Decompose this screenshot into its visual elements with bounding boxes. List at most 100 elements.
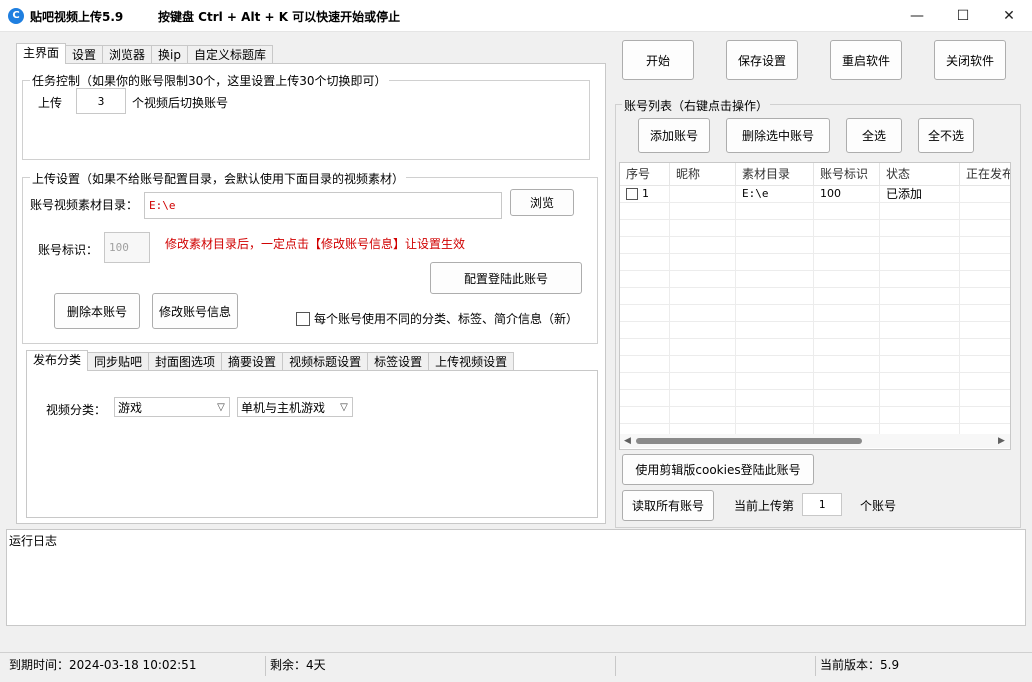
- current-account-input[interactable]: 1: [802, 493, 842, 516]
- row-nickname: [670, 186, 736, 202]
- table-row-empty: [620, 288, 1010, 305]
- scrollbar-thumb[interactable]: [636, 438, 862, 444]
- select-none-button[interactable]: 全不选: [918, 118, 974, 153]
- table-row-empty: [620, 203, 1010, 220]
- tab-summary-settings[interactable]: 摘要设置: [221, 352, 284, 371]
- maximize-icon: ☐: [956, 8, 970, 24]
- scroll-left-icon[interactable]: ◀: [624, 436, 631, 446]
- log-label: 运行日志: [9, 534, 58, 548]
- maximize-button[interactable]: ☐: [940, 0, 986, 32]
- upload-settings-legend: 上传设置（如果不给账号配置目录，会默认使用下面目录的视频素材）: [30, 170, 407, 187]
- close-icon: ✕: [1003, 8, 1015, 24]
- remaining-days: 剩余：4天: [270, 658, 326, 672]
- expire-time: 到期时间：2024-03-18 10:02:51: [9, 658, 197, 672]
- table-row-empty: [620, 390, 1010, 407]
- tab-cover-options[interactable]: 封面图选项: [148, 352, 223, 371]
- table-row-empty: [620, 305, 1010, 322]
- tab-change-ip[interactable]: 换ip: [151, 45, 188, 64]
- tab-title-settings[interactable]: 视频标题设置: [282, 352, 369, 371]
- chevron-down-icon: ▽: [217, 401, 225, 413]
- per-account-label: 每个账号使用不同的分类、标签、简介信息（新）: [314, 312, 579, 326]
- row-status: 已添加: [880, 186, 960, 202]
- category-label: 视频分类：: [46, 403, 107, 417]
- current-version: 当前版本：5.9: [820, 658, 900, 672]
- table-row-empty: [620, 373, 1010, 390]
- column-header-index[interactable]: 序号: [620, 163, 670, 185]
- table-row-empty: [620, 271, 1010, 288]
- task-control-legend: 任务控制（如果你的账号限制30个，这里设置上传30个切换即可）: [30, 72, 389, 89]
- tab-sync-tieba[interactable]: 同步贴吧: [87, 352, 150, 371]
- current-upload-suffix: 个账号: [860, 499, 897, 513]
- sub-tab-panel: [26, 370, 598, 518]
- column-header-account-id[interactable]: 账号标识: [814, 163, 880, 185]
- table-header: 序号 昵称 素材目录 账号标识 状态 正在发布: [620, 163, 1010, 186]
- row-dir: E:\e: [736, 186, 814, 202]
- column-header-dir[interactable]: 素材目录: [736, 163, 814, 185]
- minimize-button[interactable]: —: [894, 0, 940, 32]
- delete-account-button[interactable]: 删除本账号: [54, 293, 140, 329]
- table-row-empty: [620, 407, 1010, 424]
- checkbox-box[interactable]: [296, 311, 310, 326]
- read-all-accounts-button[interactable]: 读取所有账号: [622, 490, 714, 521]
- category-primary-select[interactable]: 游戏 ▽: [114, 397, 230, 417]
- row-checkbox[interactable]: [626, 188, 638, 200]
- window-title: 贴吧视频上传5.9: [30, 10, 124, 24]
- tab-publish-category[interactable]: 发布分类: [26, 350, 89, 371]
- table-row-empty: [620, 356, 1010, 373]
- restart-button[interactable]: 重启软件: [830, 40, 902, 80]
- minimize-icon: —: [910, 8, 924, 24]
- select-all-button[interactable]: 全选: [846, 118, 902, 153]
- dir-change-warning: 修改素材目录后，一定点击【修改账号信息】让设置生效: [165, 237, 466, 251]
- account-id-input[interactable]: 100: [104, 232, 150, 263]
- account-table[interactable]: 序号 昵称 素材目录 账号标识 状态 正在发布 1 E:\e 100 已添加: [619, 162, 1011, 450]
- column-header-publishing[interactable]: 正在发布: [960, 163, 1010, 185]
- main-tabs: 主界面 设置 浏览器 换ip 自定义标题库: [16, 43, 274, 64]
- table-row-empty: [620, 220, 1010, 237]
- tab-main[interactable]: 主界面: [16, 43, 67, 64]
- save-settings-button[interactable]: 保存设置: [726, 40, 798, 80]
- per-account-checkbox[interactable]: 每个账号使用不同的分类、标签、简介信息（新）: [296, 310, 578, 327]
- close-app-button[interactable]: 关闭软件: [934, 40, 1006, 80]
- table-row-empty: [620, 339, 1010, 356]
- switch-count-input[interactable]: 3: [76, 88, 126, 114]
- upload-prefix-label: 上传: [38, 96, 63, 110]
- status-separator: [815, 656, 816, 676]
- column-header-status[interactable]: 状态: [880, 163, 960, 185]
- log-textarea[interactable]: 运行日志: [6, 529, 1026, 626]
- add-account-button[interactable]: 添加账号: [638, 118, 710, 153]
- column-header-nickname[interactable]: 昵称: [670, 163, 736, 185]
- modify-account-button[interactable]: 修改账号信息: [152, 293, 238, 329]
- start-button[interactable]: 开始: [622, 40, 694, 80]
- chevron-down-icon: ▽: [340, 401, 348, 413]
- sub-tabs: 发布分类 同步贴吧 封面图选项 摘要设置 视频标题设置 标签设置 上传视频设置: [26, 350, 515, 371]
- title-bar[interactable]: C 贴吧视频上传5.9 按键盘 Ctrl + Alt + K 可以快速开始或停止…: [0, 0, 1032, 32]
- material-dir-input[interactable]: E:\e: [144, 192, 502, 219]
- delete-selected-button[interactable]: 删除选中账号: [726, 118, 830, 153]
- scroll-right-icon[interactable]: ▶: [998, 436, 1005, 446]
- table-row[interactable]: 1 E:\e 100 已添加: [620, 186, 1010, 203]
- row-index-cell: 1: [620, 186, 670, 202]
- app-icon: C: [8, 8, 24, 24]
- row-publishing: [960, 186, 1010, 202]
- table-row-empty: [620, 322, 1010, 339]
- browse-button[interactable]: 浏览: [510, 189, 574, 216]
- horizontal-scrollbar[interactable]: ◀ ▶: [620, 434, 1010, 448]
- cookies-login-button[interactable]: 使用剪辑版cookies登陆此账号: [622, 454, 814, 485]
- tab-tag-settings[interactable]: 标签设置: [367, 352, 430, 371]
- category-primary-value: 游戏: [118, 400, 143, 415]
- table-row-empty: [620, 254, 1010, 271]
- tab-settings[interactable]: 设置: [65, 45, 104, 64]
- status-separator: [265, 656, 266, 676]
- close-button[interactable]: ✕: [986, 0, 1032, 32]
- account-list-legend: 账号列表（右键点击操作）: [622, 97, 771, 114]
- row-index: 1: [642, 187, 649, 200]
- account-id-label: 账号标识：: [38, 243, 99, 257]
- tab-upload-settings[interactable]: 上传视频设置: [428, 352, 515, 371]
- category-secondary-select[interactable]: 单机与主机游戏 ▽: [237, 397, 353, 417]
- row-account-id: 100: [814, 186, 880, 202]
- category-secondary-value: 单机与主机游戏: [241, 400, 326, 415]
- status-separator: [615, 656, 616, 676]
- tab-custom-titles[interactable]: 自定义标题库: [187, 45, 274, 64]
- configure-login-button[interactable]: 配置登陆此账号: [430, 262, 582, 294]
- tab-browser[interactable]: 浏览器: [102, 45, 153, 64]
